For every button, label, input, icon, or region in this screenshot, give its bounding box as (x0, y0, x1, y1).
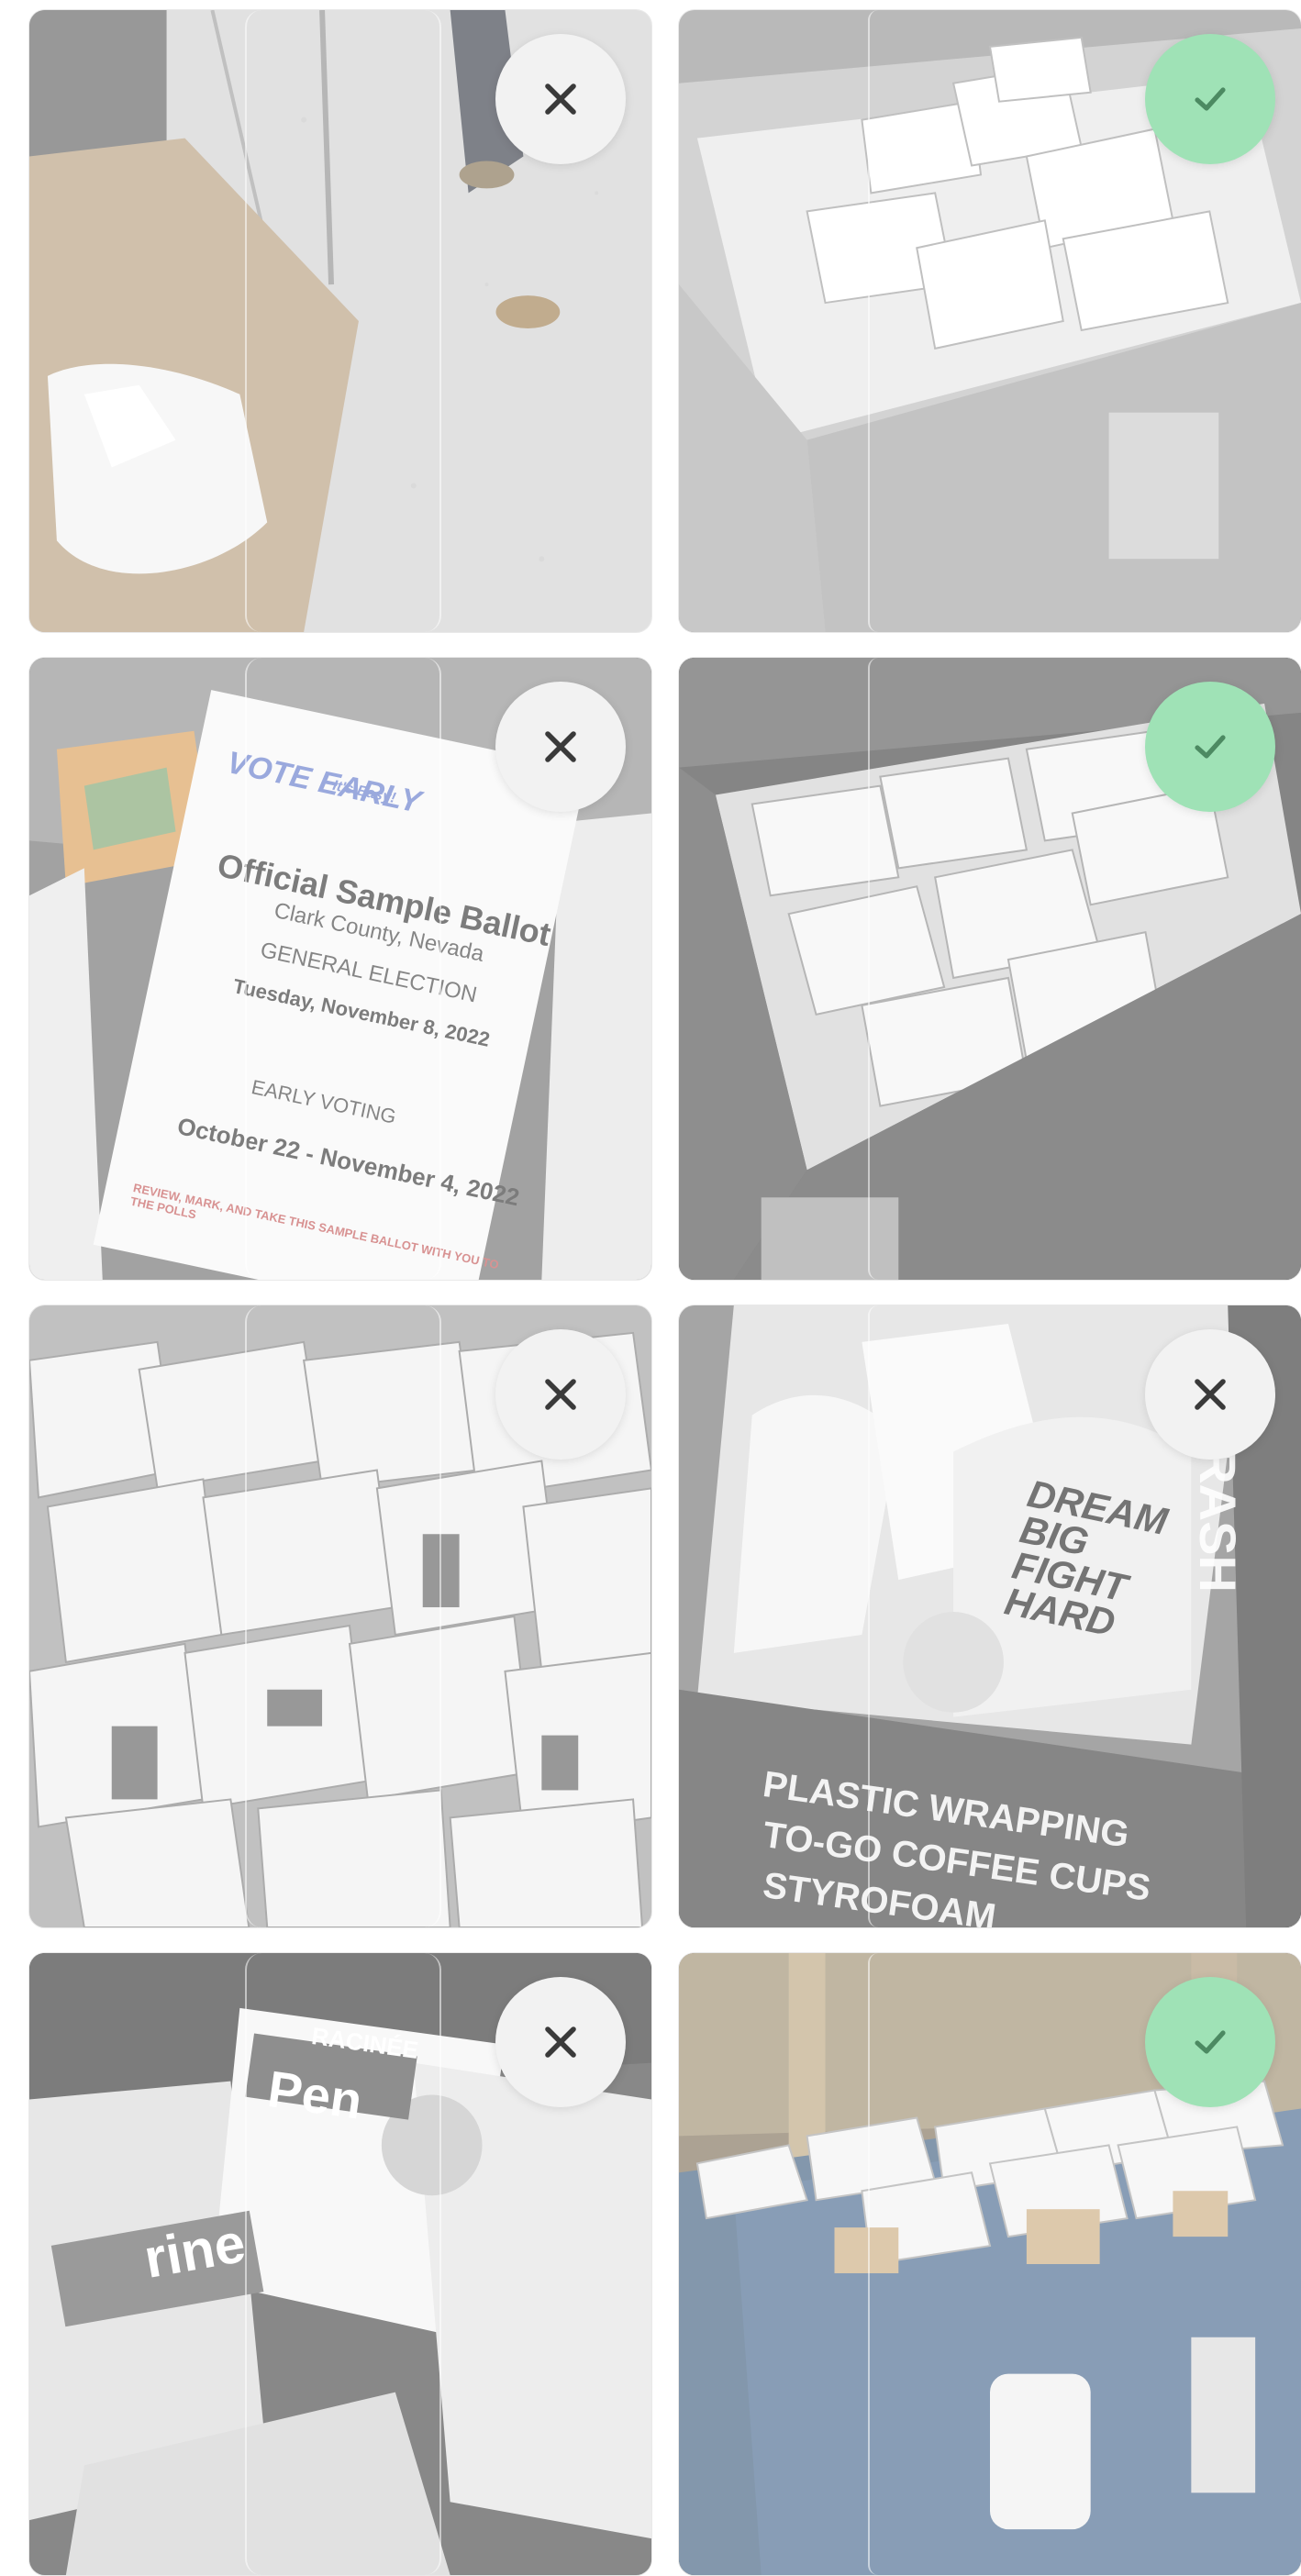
reject-badge[interactable] (495, 1329, 626, 1460)
image-tile-7[interactable]: RACINÉE Pen rine (28, 1952, 652, 2576)
image-tile-5[interactable] (28, 1305, 652, 1928)
close-icon (1195, 1379, 1226, 1410)
reject-badge[interactable] (495, 682, 626, 812)
reject-badge[interactable] (495, 34, 626, 164)
close-icon (545, 83, 576, 115)
image-tile-8[interactable] (678, 1952, 1301, 2576)
check-icon (1195, 2030, 1226, 2054)
image-selection-grid: VOTE EARLY It's Easy! Official Sample Ba… (28, 9, 1301, 2576)
close-icon (545, 731, 576, 762)
close-icon (545, 2026, 576, 2058)
close-icon (545, 1379, 576, 1410)
check-icon (1195, 87, 1226, 111)
flyer-slogan: DREAM BIG FIGHT HARD (1001, 1471, 1172, 1645)
check-icon (1195, 735, 1226, 759)
accept-badge[interactable] (1145, 1977, 1275, 2107)
image-tile-6[interactable]: DREAM BIG FIGHT HARD PLASTIC WRAPPING TO… (678, 1305, 1301, 1928)
accept-badge[interactable] (1145, 682, 1275, 812)
image-tile-1[interactable] (28, 9, 652, 633)
image-tile-3[interactable]: VOTE EARLY It's Easy! Official Sample Ba… (28, 657, 652, 1281)
reject-badge[interactable] (1145, 1329, 1275, 1460)
reject-badge[interactable] (495, 1977, 626, 2107)
image-tile-2[interactable] (678, 9, 1301, 633)
accept-badge[interactable] (1145, 34, 1275, 164)
image-tile-4[interactable] (678, 657, 1301, 1281)
